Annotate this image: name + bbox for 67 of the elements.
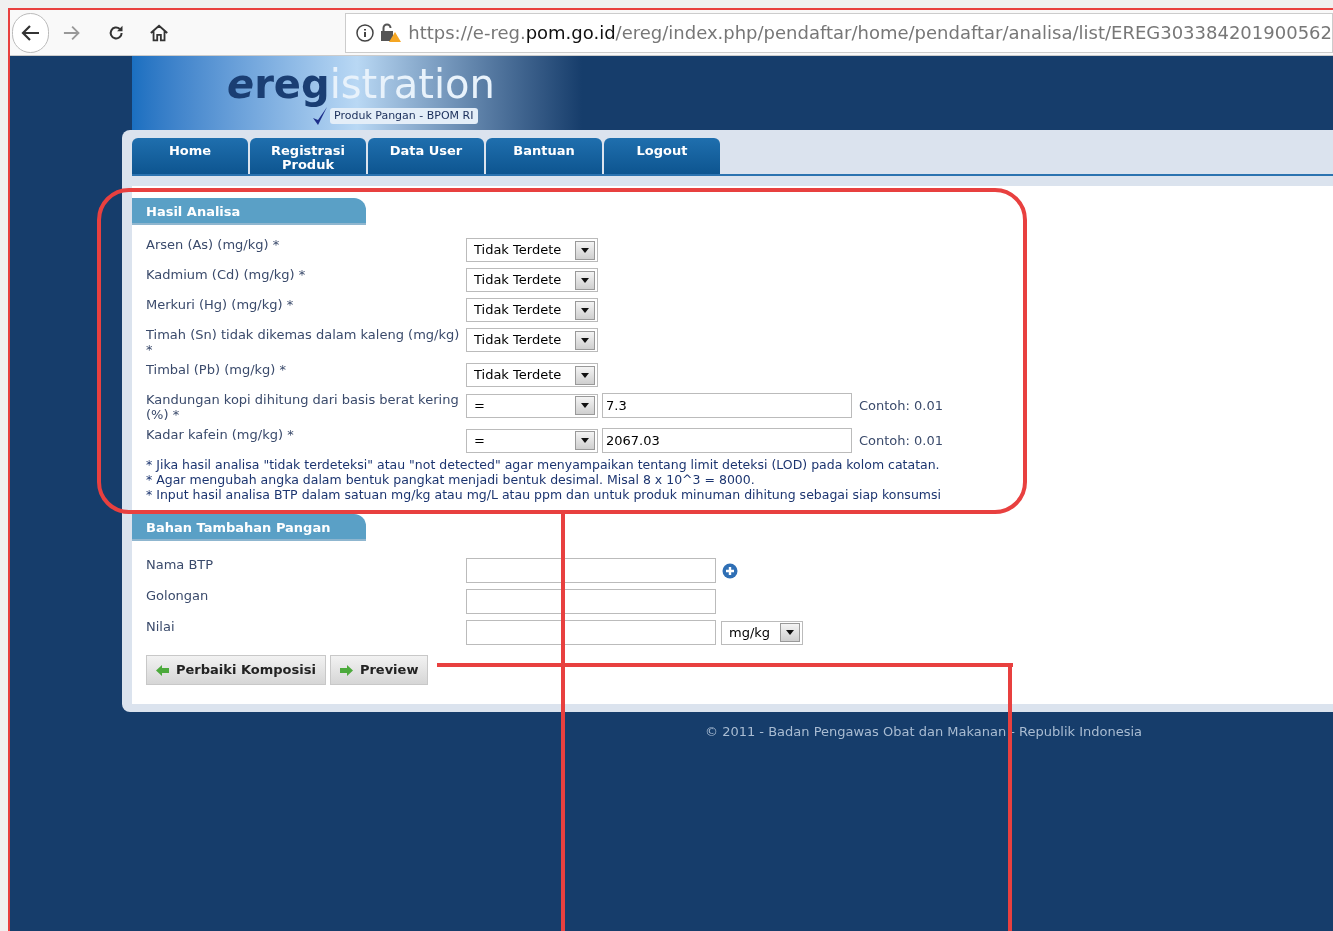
nav-tab[interactable]: Data User xyxy=(368,138,484,174)
dropdown[interactable]: mg/kg xyxy=(721,620,803,645)
nav-tab[interactable]: Home xyxy=(132,138,248,174)
action-button[interactable]: Perbaiki Komposisi xyxy=(146,655,326,685)
field-label: Timah (Sn) tidak dikemas dalam kaleng (mg/kg) * xyxy=(145,327,461,357)
caret-icon xyxy=(581,307,589,313)
dropdown[interactable]: = xyxy=(466,393,598,418)
caret-icon xyxy=(581,247,589,253)
nav-tab[interactable]: Bantuan xyxy=(486,138,602,174)
caret-icon xyxy=(581,337,589,343)
dropdown[interactable]: Tidak Terdete xyxy=(466,363,598,387)
dropdown-arrow-button[interactable] xyxy=(575,240,595,260)
back-button[interactable] xyxy=(12,12,49,53)
example-hint: Contoh: 0.01 xyxy=(859,396,944,415)
logo-text: eregistration xyxy=(227,62,495,106)
dropdown[interactable]: Tidak Terdete xyxy=(466,238,598,262)
footer-text: © 2011 - Badan Pengawas Obat dan Makanan - Republik Indonesia xyxy=(705,723,1143,741)
input-field[interactable] xyxy=(466,589,716,614)
dropdown-arrow-button[interactable] xyxy=(575,431,595,450)
field-label: Golongan xyxy=(145,588,210,603)
dropdown[interactable]: Tidak Terdete xyxy=(466,328,598,352)
field-label: Kadar kafein (mg/kg) * xyxy=(145,427,295,442)
tagline: Produk Pangan - BPOM RI xyxy=(330,107,478,125)
section-header: Hasil Analisa xyxy=(132,198,366,225)
field-label: Merkuri (Hg) (mg/kg) * xyxy=(145,297,295,312)
caret-icon xyxy=(786,630,794,635)
field-label: Nama BTP xyxy=(145,557,215,572)
info-icon[interactable] xyxy=(356,23,375,42)
note-text: * Agar mengubah angka dalam bentuk pangkat menjadi bentuk desimal. Misal 8 x 10^3 = 8000. xyxy=(146,472,756,487)
dropdown[interactable]: Tidak Terdete xyxy=(466,268,598,292)
lock-warning-icon[interactable] xyxy=(380,22,403,43)
dropdown-arrow-button[interactable] xyxy=(780,623,800,642)
checkmark-icon xyxy=(312,106,328,126)
add-icon[interactable] xyxy=(722,562,738,579)
dropdown-arrow-button[interactable] xyxy=(575,365,595,385)
dropdown[interactable]: = xyxy=(466,428,598,453)
note-text: * Input hasil analisa BTP dalam satuan mg/kg atau mg/L atau ppm dan untuk produk minuman dihitung sebagai siap konsumsi xyxy=(146,487,942,502)
nav-tab[interactable]: Registrasi Produk xyxy=(250,138,366,174)
left-arrow-icon xyxy=(156,664,169,676)
dropdown-arrow-button[interactable] xyxy=(575,396,595,415)
dropdown-arrow-button[interactable] xyxy=(575,330,595,350)
action-button[interactable]: Preview xyxy=(329,655,429,685)
url-text: https://e-reg.pom.go.id/ereg/index.php/pendaftar/home/pendaftar/analisa/list/EREG303384201900562 xyxy=(408,21,1332,45)
field-label: Kandungan kopi dihitung dari basis berat kering (%) * xyxy=(145,392,460,422)
input-field[interactable] xyxy=(466,620,716,645)
caret-icon xyxy=(581,277,589,283)
dropdown-arrow-button[interactable] xyxy=(575,270,595,290)
caret-icon xyxy=(581,438,589,443)
field-label: Arsen (As) (mg/kg) * xyxy=(145,237,281,252)
field-label: Nilai xyxy=(145,619,176,634)
back-arrow-icon xyxy=(20,23,41,42)
dropdown-arrow-button[interactable] xyxy=(575,300,595,320)
field-label: Timbal (Pb) (mg/kg) * xyxy=(145,362,287,377)
input-field[interactable]: 7.3 xyxy=(602,393,852,418)
caret-icon xyxy=(581,403,589,408)
field-label: Kadmium (Cd) (mg/kg) * xyxy=(145,267,307,282)
address-bar[interactable]: https://e-reg.pom.go.id/ereg/index.php/pendaftar/home/pendaftar/analisa/list/EREG303384201900562 xyxy=(345,12,1333,53)
forward-arrow-icon[interactable] xyxy=(62,23,81,42)
section-header: Bahan Tambahan Pangan xyxy=(132,514,366,541)
right-arrow-icon xyxy=(339,664,353,676)
input-field[interactable] xyxy=(466,558,716,583)
input-field[interactable]: 2067.03 xyxy=(602,428,852,453)
example-hint: Contoh: 0.01 xyxy=(859,431,944,450)
caret-icon xyxy=(581,372,589,378)
nav-tab[interactable]: Logout xyxy=(604,138,720,174)
dropdown[interactable]: Tidak Terdete xyxy=(466,298,598,322)
note-text: * Jika hasil analisa "tidak terdeteksi" atau "not detected" agar menyampaikan tentang limit deteksi (LOD) pada kolom catatan. xyxy=(146,457,941,472)
